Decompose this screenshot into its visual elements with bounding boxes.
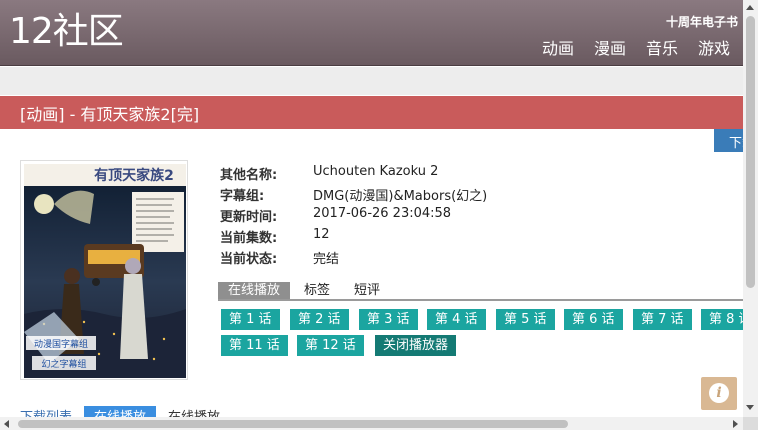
- info-row-updated: 更新时间: 2017-06-26 23:04:58: [220, 206, 487, 227]
- info-icon: i: [709, 383, 729, 403]
- horizontal-scrollbar[interactable]: [0, 417, 743, 430]
- detail-tabs: 在线播放 标签 短评: [218, 282, 743, 301]
- info-row-aliases: 其他名称: Uchouten Kazoku 2: [220, 164, 487, 185]
- main-nav: 动画 漫画 音乐 游戏: [542, 39, 730, 58]
- scrollbar-corner: [743, 417, 758, 430]
- info-value: 完结: [313, 252, 340, 267]
- site-header: 12社区 十周年电子书 动画 漫画 音乐 游戏: [0, 0, 743, 66]
- download-button[interactable]: 下载: [714, 129, 743, 152]
- tab-short-reviews[interactable]: 短评: [344, 282, 390, 299]
- close-player-button[interactable]: 关闭播放器: [375, 335, 457, 356]
- info-label: 更新时间:: [220, 210, 278, 225]
- header-spacer: [0, 67, 743, 95]
- nav-games[interactable]: 游戏: [698, 39, 730, 58]
- nav-manga[interactable]: 漫画: [594, 39, 626, 58]
- vertical-scroll-thumb[interactable]: [746, 16, 755, 288]
- tab-tags[interactable]: 标签: [294, 282, 340, 299]
- episode-button-11[interactable]: 第 11 话: [221, 335, 288, 356]
- info-value: 2017-06-26 23:04:58: [313, 206, 452, 221]
- info-value: DMG(动漫国)&Mabors(幻之): [313, 189, 488, 204]
- info-label: 当前状态:: [220, 252, 278, 267]
- episode-button-6[interactable]: 第 6 话: [564, 309, 623, 330]
- episode-button-3[interactable]: 第 3 话: [359, 309, 418, 330]
- poster-title: 有顶天家族2: [94, 167, 174, 184]
- episode-list: 第 1 话 第 2 话 第 3 话 第 4 话 第 5 话 第 6 话 第 7 …: [221, 309, 743, 359]
- episode-button-8[interactable]: 第 8 话: [701, 309, 743, 330]
- anime-info: 其他名称: Uchouten Kazoku 2 字幕组: DMG(动漫国)&Ma…: [220, 164, 487, 269]
- nav-music[interactable]: 音乐: [646, 39, 678, 58]
- vertical-scrollbar[interactable]: [743, 0, 758, 417]
- info-value: Uchouten Kazoku 2: [313, 164, 439, 179]
- anime-poster-image: 有顶天家族2 动漫国字幕组 幻之字幕组: [24, 164, 186, 378]
- info-row-episode-count: 当前集数: 12: [220, 227, 487, 248]
- episode-button-4[interactable]: 第 4 话: [427, 309, 486, 330]
- info-label: 其他名称:: [220, 168, 278, 183]
- info-label: 当前集数:: [220, 231, 278, 246]
- poster-fansub-2: 幻之字幕组: [41, 358, 86, 370]
- poster-frame: 有顶天家族2 动漫国字幕组 幻之字幕组: [20, 160, 188, 380]
- info-row-fansub: 字幕组: DMG(动漫国)&Mabors(幻之): [220, 185, 487, 206]
- nav-anime[interactable]: 动画: [542, 39, 574, 58]
- episode-button-5[interactable]: 第 5 话: [496, 309, 555, 330]
- episode-button-1[interactable]: 第 1 话: [221, 309, 280, 330]
- episode-button-2[interactable]: 第 2 话: [290, 309, 349, 330]
- info-value: 12: [313, 227, 330, 242]
- scroll-up-arrow-icon[interactable]: [746, 5, 754, 10]
- tab-online-play[interactable]: 在线播放: [218, 282, 291, 299]
- page-title: [动画] - 有顶天家族2[完]: [0, 96, 743, 129]
- anniversary-ebook-link[interactable]: 十周年电子书: [666, 13, 738, 30]
- poster-fansub-1: 动漫国字幕组: [34, 338, 88, 350]
- scroll-right-arrow-icon[interactable]: [733, 420, 738, 428]
- info-row-status: 当前状态: 完结: [220, 248, 487, 269]
- scroll-down-arrow-icon[interactable]: [746, 405, 754, 410]
- scroll-left-arrow-icon[interactable]: [4, 420, 9, 428]
- info-label: 字幕组:: [220, 189, 265, 204]
- episode-button-12[interactable]: 第 12 话: [297, 335, 364, 356]
- horizontal-scroll-thumb[interactable]: [18, 420, 568, 428]
- site-logo[interactable]: 12社区: [9, 14, 124, 50]
- episode-button-7[interactable]: 第 7 话: [633, 309, 692, 330]
- info-button[interactable]: i: [701, 377, 737, 410]
